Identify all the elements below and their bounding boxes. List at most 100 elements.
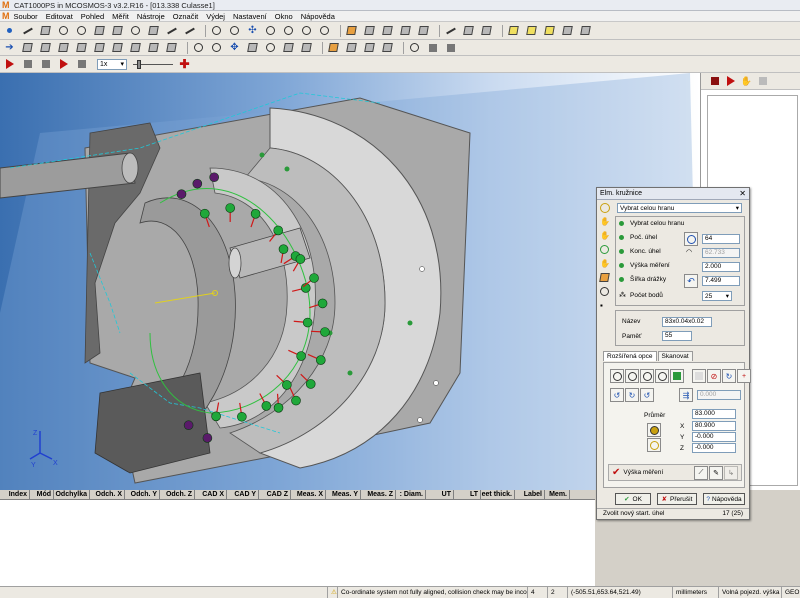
angle-icon[interactable] bbox=[183, 24, 196, 37]
probe-icon[interactable] bbox=[444, 24, 457, 37]
play-to-icon[interactable] bbox=[57, 58, 70, 71]
hide-icon[interactable] bbox=[300, 41, 313, 54]
cube-orange-icon[interactable] bbox=[327, 41, 340, 54]
sphere-icon[interactable] bbox=[129, 24, 142, 37]
menu-nastroje[interactable]: Nástroje bbox=[137, 12, 165, 21]
results-table[interactable]: Index Mód Odchylka Odch. X Odch. Y Odch.… bbox=[0, 490, 595, 586]
menu-oznacit[interactable]: Označit bbox=[173, 12, 198, 21]
step-icon[interactable] bbox=[39, 58, 52, 71]
view-shaded-icon[interactable] bbox=[399, 24, 412, 37]
col-lt[interactable]: LT bbox=[454, 490, 481, 499]
fit-min-icon[interactable] bbox=[625, 369, 639, 383]
menu-okno[interactable]: Okno bbox=[275, 12, 293, 21]
menu-soubor[interactable]: Soubor bbox=[14, 12, 38, 21]
speed-slider[interactable] bbox=[133, 59, 173, 70]
fit-max-icon[interactable] bbox=[640, 369, 654, 383]
dot-icon[interactable]: ▪ bbox=[600, 301, 612, 315]
play-icon[interactable] bbox=[3, 58, 16, 71]
view-side-icon[interactable] bbox=[57, 41, 70, 54]
help-button[interactable]: ? Nápověda bbox=[703, 493, 745, 505]
add-icon[interactable]: ✚ bbox=[178, 57, 191, 71]
settings-icon[interactable] bbox=[579, 24, 592, 37]
height-edit-icon[interactable]: ✎ bbox=[709, 465, 723, 480]
col-diam[interactable]: : Diam. bbox=[396, 490, 426, 499]
col-dev-x[interactable]: Odch. X bbox=[90, 490, 125, 499]
menu-nastaveni[interactable]: Nastavení bbox=[233, 12, 267, 21]
menu-vydej[interactable]: Výdej bbox=[206, 12, 225, 21]
menu-editovat[interactable]: Editovat bbox=[46, 12, 73, 21]
col-meas-x[interactable]: Meas. X bbox=[291, 490, 326, 499]
menu-napoveda[interactable]: Nápověda bbox=[301, 12, 335, 21]
measure-height-dot-icon[interactable] bbox=[619, 263, 624, 268]
direction-3-icon[interactable]: ↺ bbox=[640, 388, 654, 402]
diameter-input[interactable]: 83.000 bbox=[692, 409, 736, 419]
col-cad-y[interactable]: CAD Y bbox=[227, 490, 259, 499]
refresh-icon[interactable]: ↻ bbox=[722, 369, 736, 383]
start-angle-circle-icon[interactable] bbox=[684, 232, 698, 246]
zoom-select[interactable]: 1x ▾ bbox=[97, 58, 127, 70]
start-angle-dot-icon[interactable] bbox=[619, 235, 624, 240]
step-icon[interactable] bbox=[725, 76, 736, 87]
view-top-icon[interactable] bbox=[39, 41, 52, 54]
col-index[interactable]: Index bbox=[0, 490, 30, 499]
col-mode[interactable]: Mód bbox=[30, 490, 54, 499]
y-input[interactable]: -0.000 bbox=[692, 432, 736, 442]
center-circle-icon[interactable] bbox=[647, 438, 661, 452]
results-table-body[interactable] bbox=[0, 500, 595, 586]
view-front-icon[interactable] bbox=[21, 41, 34, 54]
measure-height-input[interactable]: 2.000 bbox=[702, 262, 740, 272]
zoom-icon[interactable] bbox=[210, 41, 223, 54]
cube-dark-icon[interactable] bbox=[363, 41, 376, 54]
fit-icon[interactable] bbox=[246, 41, 259, 54]
ellipse-icon[interactable] bbox=[75, 24, 88, 37]
col-deviation[interactable]: Odchylka bbox=[54, 490, 90, 499]
view-wire-icon[interactable] bbox=[381, 24, 394, 37]
slot-icon[interactable] bbox=[147, 24, 160, 37]
position-icon[interactable] bbox=[300, 24, 313, 37]
col-ut[interactable]: UT bbox=[426, 490, 454, 499]
view-bottom-icon[interactable] bbox=[111, 41, 124, 54]
plane-icon[interactable] bbox=[39, 24, 52, 37]
calendar-icon[interactable] bbox=[692, 369, 706, 383]
stop-icon[interactable] bbox=[21, 58, 34, 71]
menu-pohled[interactable]: Pohled bbox=[81, 12, 104, 21]
hand-icon[interactable]: ✋ bbox=[741, 76, 752, 87]
ok-button[interactable]: ✔ OK bbox=[615, 493, 651, 505]
view-cube-icon[interactable] bbox=[363, 24, 376, 37]
close-icon[interactable]: ✕ bbox=[739, 189, 746, 198]
runout-icon[interactable] bbox=[318, 24, 331, 37]
rotate-icon[interactable] bbox=[192, 41, 205, 54]
col-meas-z[interactable]: Meas. Z bbox=[361, 490, 396, 499]
view-cube-orange-icon[interactable] bbox=[345, 24, 358, 37]
name-input[interactable]: 83x0.04x0.02 bbox=[662, 317, 712, 327]
tab-extended-options[interactable]: Rozšířená opce bbox=[603, 351, 657, 361]
view-edge-icon[interactable] bbox=[417, 24, 430, 37]
shaded-cube-yellow-2-icon[interactable] bbox=[525, 24, 538, 37]
col-cad-x[interactable]: CAD X bbox=[195, 490, 227, 499]
view-custom-icon[interactable] bbox=[165, 41, 178, 54]
view-iso-icon[interactable] bbox=[75, 41, 88, 54]
menu-merit[interactable]: Měřit bbox=[112, 12, 129, 21]
view-left-icon[interactable] bbox=[129, 41, 142, 54]
mode-select[interactable]: Vybrat celou hranu ▾ bbox=[617, 203, 742, 213]
cone-icon[interactable] bbox=[111, 24, 124, 37]
col-label[interactable]: Label bbox=[515, 490, 545, 499]
circle-green-icon[interactable] bbox=[600, 245, 612, 259]
circle-element-icon[interactable] bbox=[600, 203, 612, 217]
cad-viewport[interactable]: Z Y X bbox=[0, 73, 700, 490]
col-dev-y[interactable]: Odch. Y bbox=[125, 490, 160, 499]
hand-3-icon[interactable]: ✋ bbox=[600, 259, 612, 273]
tab-scan[interactable]: Skanovat bbox=[657, 351, 693, 361]
z-input[interactable]: -0.000 bbox=[692, 443, 736, 453]
point-icon[interactable] bbox=[3, 24, 16, 37]
height-arrow-icon[interactable]: ⟋ bbox=[694, 465, 708, 480]
col-mem[interactable]: Mem. bbox=[545, 490, 570, 499]
distance-icon[interactable] bbox=[165, 24, 178, 37]
shaded-cube-yellow-3-icon[interactable] bbox=[543, 24, 556, 37]
cancel-button[interactable]: ✘ Přerušit bbox=[657, 493, 697, 505]
cube-light-icon[interactable] bbox=[381, 41, 394, 54]
hand-icon[interactable]: ✋ bbox=[600, 217, 612, 231]
binoculars-icon[interactable] bbox=[408, 41, 421, 54]
arc-width-dot-icon[interactable] bbox=[619, 277, 624, 282]
form-icon[interactable] bbox=[282, 24, 295, 37]
